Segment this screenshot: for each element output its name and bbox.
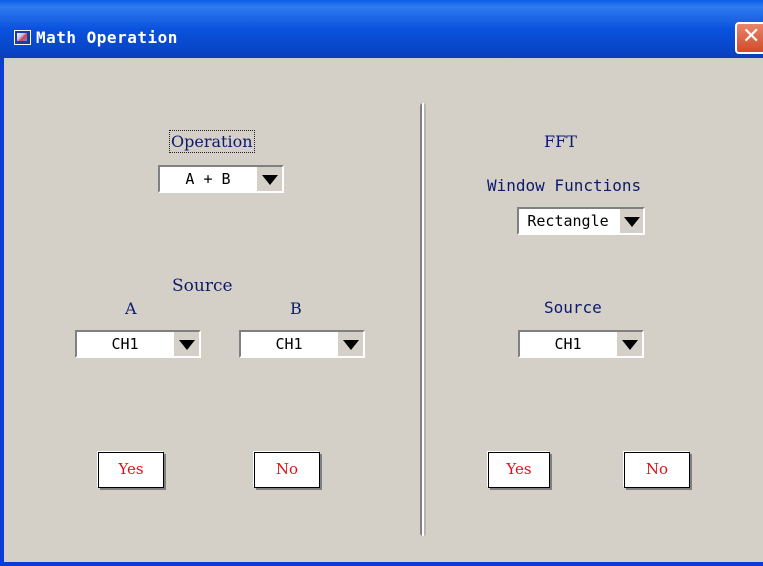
fft-no-button[interactable]: No — [624, 452, 690, 488]
window-function-value: Rectangle — [527, 212, 609, 230]
dropdown-arrow-icon — [262, 175, 278, 185]
app-icon — [14, 30, 31, 45]
window-function-dropdown-button[interactable] — [619, 209, 643, 233]
title-bar[interactable]: Math Operation ✕ — [0, 0, 763, 58]
source-a-label: A — [125, 299, 137, 318]
source-b-dropdown-button[interactable] — [337, 332, 363, 356]
fft-yes-button[interactable]: Yes — [488, 452, 550, 488]
dropdown-arrow-icon — [179, 340, 195, 350]
fft-source-dropdown[interactable]: CH1 — [518, 330, 644, 358]
operation-label: Operation — [169, 130, 255, 153]
dropdown-arrow-icon — [624, 217, 640, 227]
fft-title: FFT — [544, 132, 577, 151]
panel-divider — [420, 103, 426, 536]
source-a-dropdown[interactable]: CH1 — [75, 330, 201, 358]
window-title: Math Operation — [36, 28, 178, 47]
operation-dropdown-button[interactable] — [256, 167, 282, 191]
close-icon: ✕ — [742, 24, 761, 49]
window-function-dropdown[interactable]: Rectangle — [517, 207, 645, 235]
source-b-label: B — [290, 299, 302, 318]
operation-dropdown[interactable]: A + B — [158, 165, 284, 193]
source-a-dropdown-button[interactable] — [173, 332, 199, 356]
operation-value: A + B — [185, 170, 231, 188]
math-operation-dialog: Math Operation ✕ Operation A + B Source … — [0, 0, 763, 566]
close-button[interactable]: ✕ — [735, 22, 763, 54]
source-b-value: CH1 — [275, 335, 303, 353]
math-no-button[interactable]: No — [254, 452, 320, 488]
dropdown-arrow-icon — [622, 340, 638, 350]
source-a-value: CH1 — [111, 335, 139, 353]
math-source-label: Source — [172, 276, 233, 296]
math-yes-button[interactable]: Yes — [98, 452, 164, 488]
fft-source-label: Source — [544, 298, 602, 317]
dropdown-arrow-icon — [343, 340, 359, 350]
source-b-dropdown[interactable]: CH1 — [239, 330, 365, 358]
fft-source-value: CH1 — [554, 335, 582, 353]
window-functions-label: Window Functions — [487, 176, 642, 195]
fft-source-dropdown-button[interactable] — [616, 332, 642, 356]
